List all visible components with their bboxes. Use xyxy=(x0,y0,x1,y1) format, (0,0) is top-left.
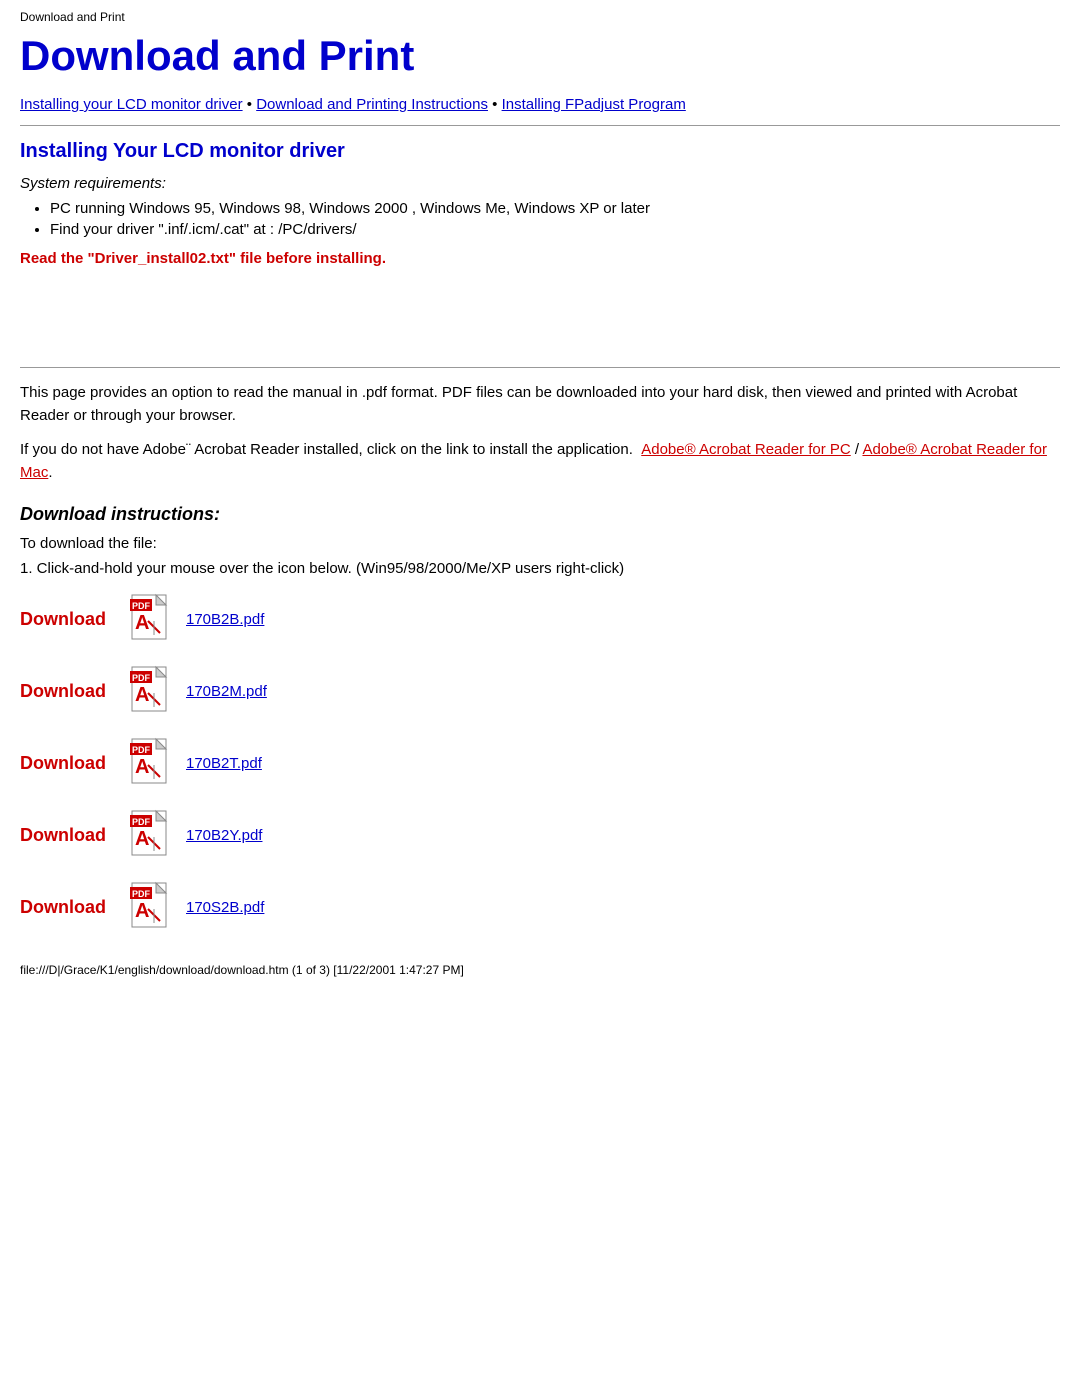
download-file-link-1[interactable]: 170B2M.pdf xyxy=(186,683,267,700)
download-item-3: Download PDF A 170B2Y.pdf xyxy=(20,809,1060,861)
svg-text:PDF: PDF xyxy=(132,817,151,827)
pdf-icon-4: PDF A xyxy=(130,881,176,933)
acrobat-pc-link[interactable]: Adobe® Acrobat Reader for PC xyxy=(641,441,851,458)
requirements-list: PC running Windows 95, Windows 98, Windo… xyxy=(50,200,1060,238)
pdf-icon-2: PDF A xyxy=(130,737,176,789)
download-item-1: Download PDF A 170B2M.pdf xyxy=(20,665,1060,717)
svg-text:PDF: PDF xyxy=(132,673,151,683)
list-item: Find your driver ".inf/.icm/.cat" at : /… xyxy=(50,221,1060,238)
warning-text: Read the "Driver_install02.txt" file bef… xyxy=(20,250,1060,267)
system-req-label: System requirements: xyxy=(20,175,1060,192)
download-label-4: Download xyxy=(20,897,130,918)
download-file-link-0[interactable]: 170B2B.pdf xyxy=(186,611,264,628)
download-item-4: Download PDF A 170S2B.pdf xyxy=(20,881,1060,933)
svg-text:A: A xyxy=(135,684,149,706)
download-item-0: Download PDF A 170B2B.pdf xyxy=(20,593,1060,645)
download-label-0: Download xyxy=(20,609,130,630)
download-label-1: Download xyxy=(20,681,130,702)
download-instructions-title: Download instructions: xyxy=(20,504,1060,525)
list-item: PC running Windows 95, Windows 98, Windo… xyxy=(50,200,1060,217)
download-file-link-2[interactable]: 170B2T.pdf xyxy=(186,755,262,772)
middle-divider xyxy=(20,367,1060,368)
download-label-3: Download xyxy=(20,825,130,846)
page-title: Download and Print xyxy=(20,32,1060,80)
download-intro: To download the file: xyxy=(20,535,1060,552)
nav-separator-1: • xyxy=(247,96,256,113)
browser-title: Download and Print xyxy=(20,10,1060,24)
download-file-link-3[interactable]: 170B2Y.pdf xyxy=(186,827,262,844)
svg-text:PDF: PDF xyxy=(132,889,151,899)
pdf-icon-1: PDF A xyxy=(130,665,176,717)
pdf-icon-3: PDF A xyxy=(130,809,176,861)
download-step-1: 1. Click-and-hold your mouse over the ic… xyxy=(20,560,1060,577)
top-divider xyxy=(20,125,1060,126)
link-separator: / xyxy=(851,441,863,458)
nav-link-lcd-driver[interactable]: Installing your LCD monitor driver xyxy=(20,96,243,113)
pdf-intro-paragraph: This page provides an option to read the… xyxy=(20,382,1060,427)
pdf-icon-0: PDF A xyxy=(130,593,176,645)
nav-links: Installing your LCD monitor driver • Dow… xyxy=(20,96,1060,113)
status-bar: file:///D|/Grace/K1/english/download/dow… xyxy=(20,963,1060,977)
download-label-2: Download xyxy=(20,753,130,774)
svg-text:PDF: PDF xyxy=(132,601,151,611)
nav-separator-2: • xyxy=(492,96,501,113)
svg-text:A: A xyxy=(135,612,149,634)
nav-link-download-printing[interactable]: Download and Printing Instructions xyxy=(256,96,488,113)
nav-link-fpadjust[interactable]: Installing FPadjust Program xyxy=(502,96,686,113)
acrobat-links-paragraph: If you do not have Adobe¨ Acrobat Reader… xyxy=(20,439,1060,484)
svg-text:A: A xyxy=(135,828,149,850)
lcd-driver-section-title: Installing Your LCD monitor driver xyxy=(20,140,1060,163)
download-item-2: Download PDF A 170B2T.pdf xyxy=(20,737,1060,789)
svg-text:A: A xyxy=(135,756,149,778)
download-file-link-4[interactable]: 170S2B.pdf xyxy=(186,899,264,916)
svg-text:PDF: PDF xyxy=(132,745,151,755)
period: . xyxy=(48,464,52,481)
acrobat-intro-text: If you do not have Adobe¨ Acrobat Reader… xyxy=(20,441,633,458)
section-spacer xyxy=(20,277,1060,357)
svg-text:A: A xyxy=(135,900,149,922)
